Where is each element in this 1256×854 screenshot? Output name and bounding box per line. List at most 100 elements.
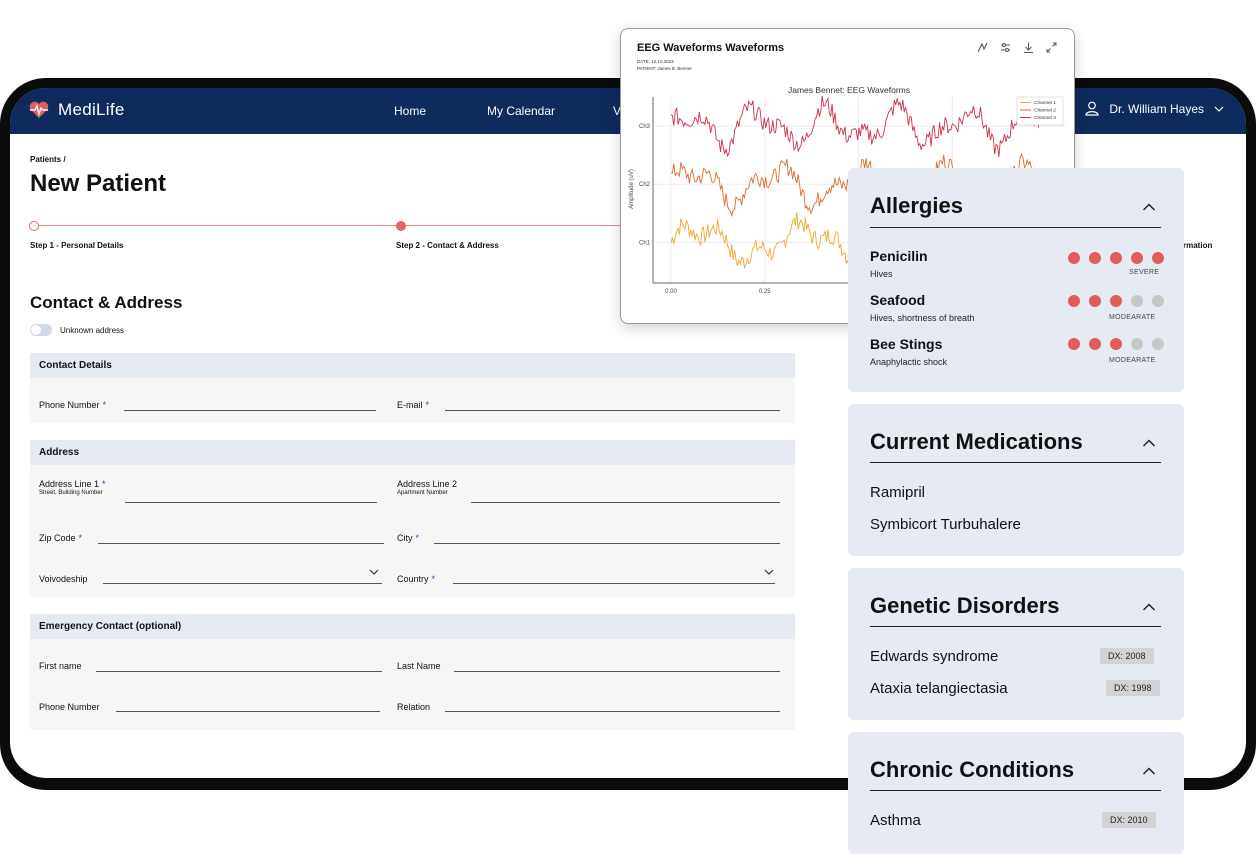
severity-dots: [1068, 252, 1164, 264]
heart-pulse-icon: [29, 101, 49, 118]
x-tick-label: 0.00: [665, 289, 677, 295]
y-axis-label: Amplitude (uV): [629, 169, 635, 209]
genetic-title: Genetic Disorders: [870, 593, 1060, 618]
severity-dot: [1131, 252, 1143, 264]
y-tick-label: Ch1: [639, 240, 651, 246]
emergency-contact-card: Emergency Contact (optional) First name …: [30, 614, 795, 730]
step-1-label[interactable]: Step 1 - Personal Details: [30, 241, 123, 250]
chevron-up-icon[interactable]: [1142, 602, 1156, 612]
dx-badge: DX: 2008: [1100, 648, 1154, 664]
chevron-up-icon[interactable]: [1142, 438, 1156, 448]
severity-label: MODEARATE: [1109, 314, 1156, 321]
condition-item: Asthma: [870, 812, 921, 829]
step-4-label[interactable]: rmation: [1183, 241, 1212, 250]
chevron-down-icon[interactable]: [369, 569, 379, 575]
severity-dot: [1131, 295, 1143, 307]
allergies-title: Allergies: [870, 193, 963, 218]
email-label: E-mail *: [397, 400, 430, 410]
severity-dots: [1068, 338, 1164, 350]
contact-details-card: Contact Details Phone Number * E-mail *: [30, 353, 795, 423]
address-line2-hint: Apartment Number: [397, 490, 448, 496]
allergy-reaction: Hives: [870, 269, 893, 279]
emergency-phone-label: Phone Number: [39, 702, 100, 712]
phone-input[interactable]: [124, 410, 376, 411]
severity-dot: [1068, 338, 1080, 350]
medication-item: Ramipril: [870, 484, 926, 501]
unknown-address-toggle[interactable]: [30, 324, 52, 336]
severity-label: SEVERE: [1129, 269, 1160, 276]
email-input[interactable]: [445, 410, 780, 411]
severity-dot: [1131, 338, 1143, 350]
address-line1-label: Address Line 1 * Street, Building Number: [39, 479, 106, 496]
user-icon: [1085, 101, 1099, 116]
voivodeship-select[interactable]: [103, 583, 382, 584]
legend-label: Channel 2: [1034, 108, 1056, 114]
zip-label: Zip Code *: [39, 533, 83, 543]
section-title: Contact & Address: [30, 293, 183, 312]
dx-badge: DX: 2010: [1102, 812, 1156, 828]
last-name-label: Last Name: [397, 661, 441, 671]
relation-label: Relation: [397, 702, 431, 712]
genetic-divider: [870, 626, 1161, 627]
chevron-down-icon: [1214, 106, 1224, 112]
address-line1-input[interactable]: [125, 502, 377, 503]
allergy-name: Bee Stings: [870, 336, 943, 352]
address-line1-hint: Street, Building Number: [39, 490, 103, 496]
allergies-card: Allergies Penicilin Hives SEVERE Seafood…: [848, 168, 1184, 392]
severity-dot: [1152, 252, 1164, 264]
severity-dot: [1110, 252, 1122, 264]
severity-dot: [1089, 338, 1101, 350]
emergency-phone-input[interactable]: [116, 711, 380, 712]
last-name-input[interactable]: [454, 671, 780, 672]
severity-label: MODEARATE: [1109, 357, 1156, 364]
step-2-label[interactable]: Step 2 - Contact & Address: [396, 241, 499, 250]
logo[interactable]: MediLife: [28, 100, 125, 120]
chevron-up-icon[interactable]: [1142, 766, 1156, 776]
breadcrumb[interactable]: Patients /: [30, 155, 66, 164]
phone-label: Phone Number *: [39, 400, 107, 410]
y-tick-label: Ch2: [639, 182, 651, 188]
y-tick-label: Ch3: [639, 124, 651, 130]
address-line2-label: Address Line 2 Apartment Number: [397, 479, 458, 496]
chronic-title: Chronic Conditions: [870, 757, 1075, 782]
chevron-down-icon[interactable]: [764, 569, 774, 575]
medications-divider: [870, 462, 1161, 463]
severity-dot: [1152, 338, 1164, 350]
address-card: Address Address Line 1 * Street, Building …: [30, 440, 795, 597]
medications-card: Current Medications Ramipril Symbicort T…: [848, 404, 1184, 556]
user-menu[interactable]: Dr. William Hayes: [1085, 101, 1224, 116]
country-label: Country *: [397, 574, 436, 584]
nav-home[interactable]: Home: [394, 104, 426, 118]
address-line2-input[interactable]: [471, 502, 780, 503]
chronic-divider: [870, 790, 1161, 791]
severity-dot: [1089, 252, 1101, 264]
step-2-dot[interactable]: [396, 221, 406, 231]
chronic-conditions-card: Chronic Conditions Asthma DX: 2010: [848, 732, 1184, 854]
dx-badge: DX: 1998: [1106, 680, 1160, 696]
severity-dot: [1068, 252, 1080, 264]
stage: MediLife Home My Calendar V Dr. William …: [0, 0, 1256, 854]
unknown-address-label: Unknown address: [60, 326, 125, 335]
app-name: MediLife: [58, 100, 125, 119]
address-title: Address: [30, 440, 795, 465]
first-name-label: First name: [39, 661, 82, 671]
relation-input[interactable]: [445, 711, 780, 712]
country-select[interactable]: [453, 583, 775, 584]
stepper-line: [34, 225, 714, 226]
disorder-item: Edwards syndrome: [870, 648, 999, 665]
disorder-item: Ataxia telangiectasia: [870, 680, 1008, 697]
chart-title: James Bennet: EEG Waveforms: [788, 85, 910, 95]
step-1-dot[interactable]: [29, 221, 39, 231]
zip-input[interactable]: [98, 543, 384, 544]
first-name-input[interactable]: [96, 671, 382, 672]
allergies-divider: [870, 227, 1161, 228]
city-label: City *: [397, 533, 420, 543]
allergy-name: Seafood: [870, 292, 926, 308]
legend-label: Channel 3: [1034, 115, 1056, 121]
medication-item: Symbicort Turbuhalere: [870, 516, 1021, 533]
nav-my-calendar[interactable]: My Calendar: [487, 104, 555, 118]
medications-title: Current Medications: [870, 429, 1083, 454]
page-title: New Patient: [30, 170, 167, 197]
chevron-up-icon[interactable]: [1142, 202, 1156, 212]
city-input[interactable]: [434, 543, 780, 544]
